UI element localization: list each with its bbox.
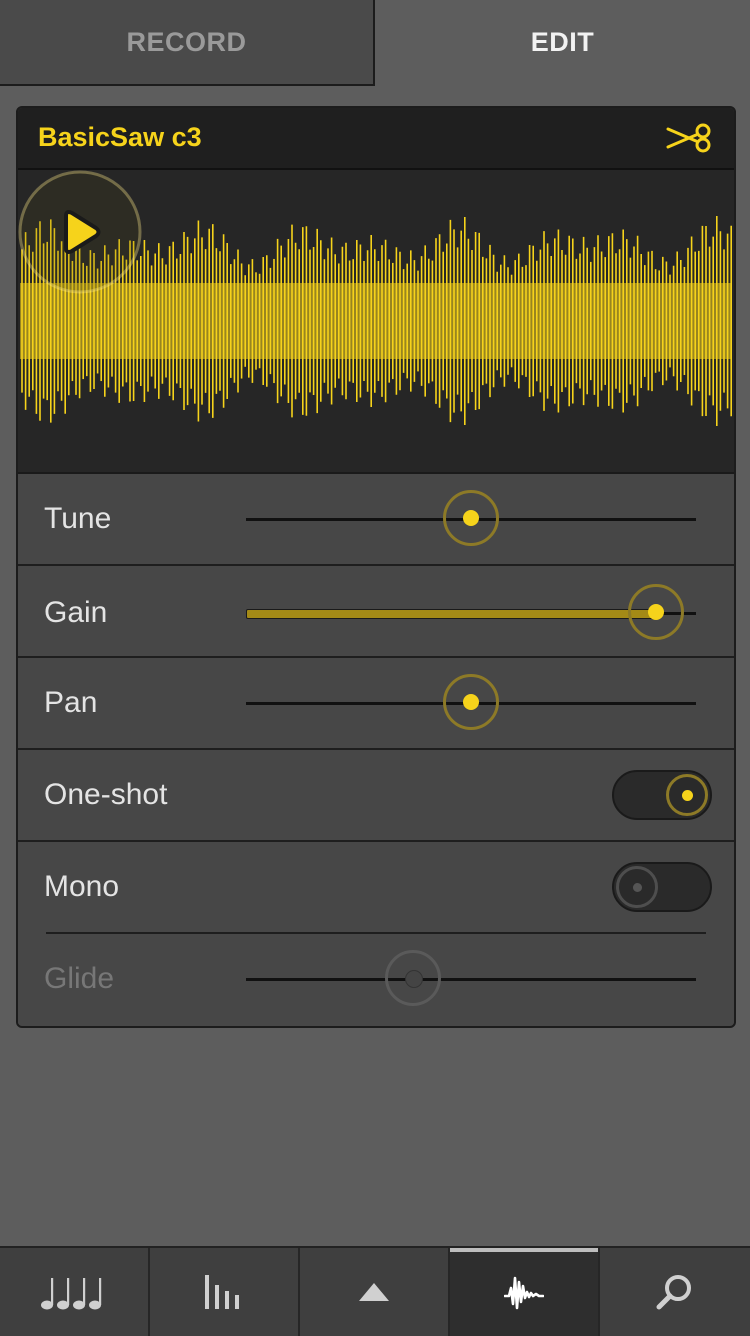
slider-fill: [246, 609, 658, 619]
one-shot-row: One-shot: [18, 750, 734, 842]
mono-toggle[interactable]: [612, 862, 712, 912]
toggle-thumb: [666, 774, 708, 816]
waveform-icon: [504, 1276, 544, 1310]
one-shot-label: One-shot: [44, 778, 168, 811]
up-arrow-icon: [359, 1283, 389, 1301]
mono-glide-section: Mono Glide: [18, 842, 734, 1024]
tune-label: Tune: [44, 502, 112, 535]
scissors-icon[interactable]: [666, 122, 712, 154]
glide-label: Glide: [44, 962, 115, 995]
pan-row: Pan: [18, 658, 734, 750]
tune-row: Tune: [18, 474, 734, 566]
waveform-display[interactable]: [18, 170, 734, 474]
mixer-bars-icon: [205, 1275, 239, 1309]
music-notes-icon: [41, 1278, 102, 1310]
nav-search[interactable]: [600, 1248, 750, 1336]
waveform-core: [20, 283, 732, 359]
sample-header: BasicSaw c3: [18, 108, 734, 170]
nav-mixer[interactable]: [150, 1248, 300, 1336]
nav-notes[interactable]: [0, 1248, 150, 1336]
pan-label: Pan: [44, 686, 98, 719]
tune-slider[interactable]: [246, 489, 698, 549]
tab-edit[interactable]: EDIT: [375, 0, 750, 84]
tab-record[interactable]: RECORD: [0, 0, 375, 86]
play-icon[interactable]: [18, 170, 142, 294]
mode-tabs: RECORD EDIT: [0, 0, 750, 86]
gain-slider[interactable]: [246, 583, 698, 643]
bottom-nav: [0, 1246, 750, 1336]
mono-label: Mono: [44, 870, 120, 903]
slider-knob-dot: [463, 510, 479, 526]
slider-track: [246, 978, 696, 981]
toggle-thumb: [616, 866, 658, 908]
sample-edit-panel: BasicSaw c3 Tune Gain Pan One-shot Mono …: [16, 106, 736, 1028]
slider-knob-dot: [647, 604, 664, 620]
one-shot-toggle[interactable]: [612, 770, 712, 820]
slider-knob-dot: [404, 970, 423, 988]
slider-knob-dot: [463, 694, 479, 710]
divider: [46, 932, 706, 934]
nav-expand[interactable]: [300, 1248, 450, 1336]
nav-sample-edit[interactable]: [450, 1248, 600, 1336]
gain-label: Gain: [44, 596, 108, 629]
glide-slider[interactable]: [246, 949, 698, 1009]
search-icon: [656, 1275, 691, 1310]
gain-row: Gain: [18, 566, 734, 658]
pan-slider[interactable]: [246, 673, 698, 733]
sample-name: BasicSaw c3: [38, 122, 202, 152]
